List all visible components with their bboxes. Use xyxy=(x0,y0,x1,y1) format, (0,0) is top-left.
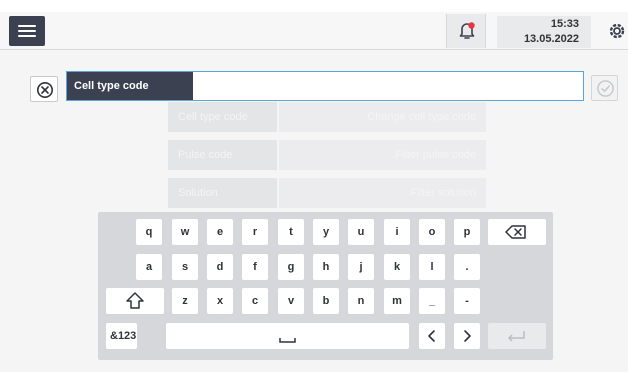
key[interactable]: a xyxy=(136,254,162,280)
chevron-left-icon xyxy=(428,330,435,342)
key[interactable]: c xyxy=(242,288,268,314)
key[interactable]: e xyxy=(207,219,233,245)
key[interactable]: u xyxy=(348,219,374,245)
gear-icon xyxy=(609,23,625,39)
input-label: Cell type code xyxy=(67,72,193,100)
key[interactable]: n xyxy=(348,288,374,314)
clock-time: 15:33 xyxy=(550,18,579,30)
close-circle-icon xyxy=(37,82,53,98)
key[interactable]: m xyxy=(384,288,410,314)
cell-type-code-input[interactable] xyxy=(195,74,575,98)
menu-button[interactable] xyxy=(9,16,45,46)
key[interactable]: l xyxy=(419,254,445,280)
key[interactable]: o xyxy=(419,219,445,245)
key[interactable]: f xyxy=(242,254,268,280)
key[interactable]: w xyxy=(172,219,198,245)
background-row: Solution Filter solution xyxy=(168,178,486,208)
clear-input-button[interactable] xyxy=(30,76,58,102)
shift-icon xyxy=(126,292,144,309)
backspace-icon xyxy=(505,225,526,239)
clock-date: 13.05.2022 xyxy=(523,33,579,45)
background-row-value: Filter solution xyxy=(279,178,486,208)
background-row-value: Filter pulse code xyxy=(279,140,486,170)
background-row-label: Pulse code xyxy=(168,140,277,170)
shift-key[interactable] xyxy=(106,288,164,314)
enter-key[interactable] xyxy=(488,323,546,349)
space-icon xyxy=(279,338,296,343)
key[interactable]: p xyxy=(454,219,480,245)
key[interactable]: _ xyxy=(419,288,445,314)
key[interactable]: k xyxy=(384,254,410,280)
key[interactable]: t xyxy=(278,219,304,245)
cell-type-code-field[interactable]: Cell type code xyxy=(66,71,584,101)
cursor-left-key[interactable] xyxy=(419,323,445,349)
menu-icon xyxy=(18,25,36,27)
key[interactable]: y xyxy=(313,219,339,245)
background-row-label: Cell type code xyxy=(168,102,277,132)
screen: 15:33 13.05.2022 Cell type code Change c… xyxy=(0,0,628,372)
key[interactable]: - xyxy=(454,288,480,314)
key[interactable]: x xyxy=(207,288,233,314)
confirm-button[interactable] xyxy=(591,75,618,101)
cursor-right-key[interactable] xyxy=(454,323,480,349)
key[interactable]: z xyxy=(172,288,198,314)
backspace-key[interactable] xyxy=(488,219,546,245)
check-circle-icon xyxy=(597,80,614,97)
key[interactable]: q xyxy=(136,219,162,245)
background-row-label: Solution xyxy=(168,178,277,208)
enter-icon xyxy=(508,331,525,342)
key[interactable]: d xyxy=(207,254,233,280)
key[interactable]: i xyxy=(384,219,410,245)
background-row: Pulse code Filter pulse code xyxy=(168,140,486,170)
key[interactable]: r xyxy=(242,219,268,245)
key[interactable]: b xyxy=(313,288,339,314)
key[interactable]: . xyxy=(454,254,480,280)
settings-button[interactable] xyxy=(604,16,628,46)
symbols-key[interactable]: &123 xyxy=(106,323,137,349)
space-key[interactable] xyxy=(166,323,409,349)
date-time-display: 15:33 13.05.2022 xyxy=(497,16,591,48)
key[interactable]: h xyxy=(313,254,339,280)
background-row-value: Change cell type code xyxy=(279,102,486,132)
background-row: Cell type code Change cell type code xyxy=(168,102,486,132)
chevron-right-icon xyxy=(464,330,471,342)
key[interactable]: g xyxy=(278,254,304,280)
key[interactable]: s xyxy=(172,254,198,280)
on-screen-keyboard: q w e r t y u i o p a s d f g h j k l . xyxy=(98,212,553,360)
bell-alert-icon xyxy=(459,22,475,39)
key[interactable]: v xyxy=(278,288,304,314)
alarm-button[interactable] xyxy=(446,14,486,48)
key[interactable]: j xyxy=(348,254,374,280)
